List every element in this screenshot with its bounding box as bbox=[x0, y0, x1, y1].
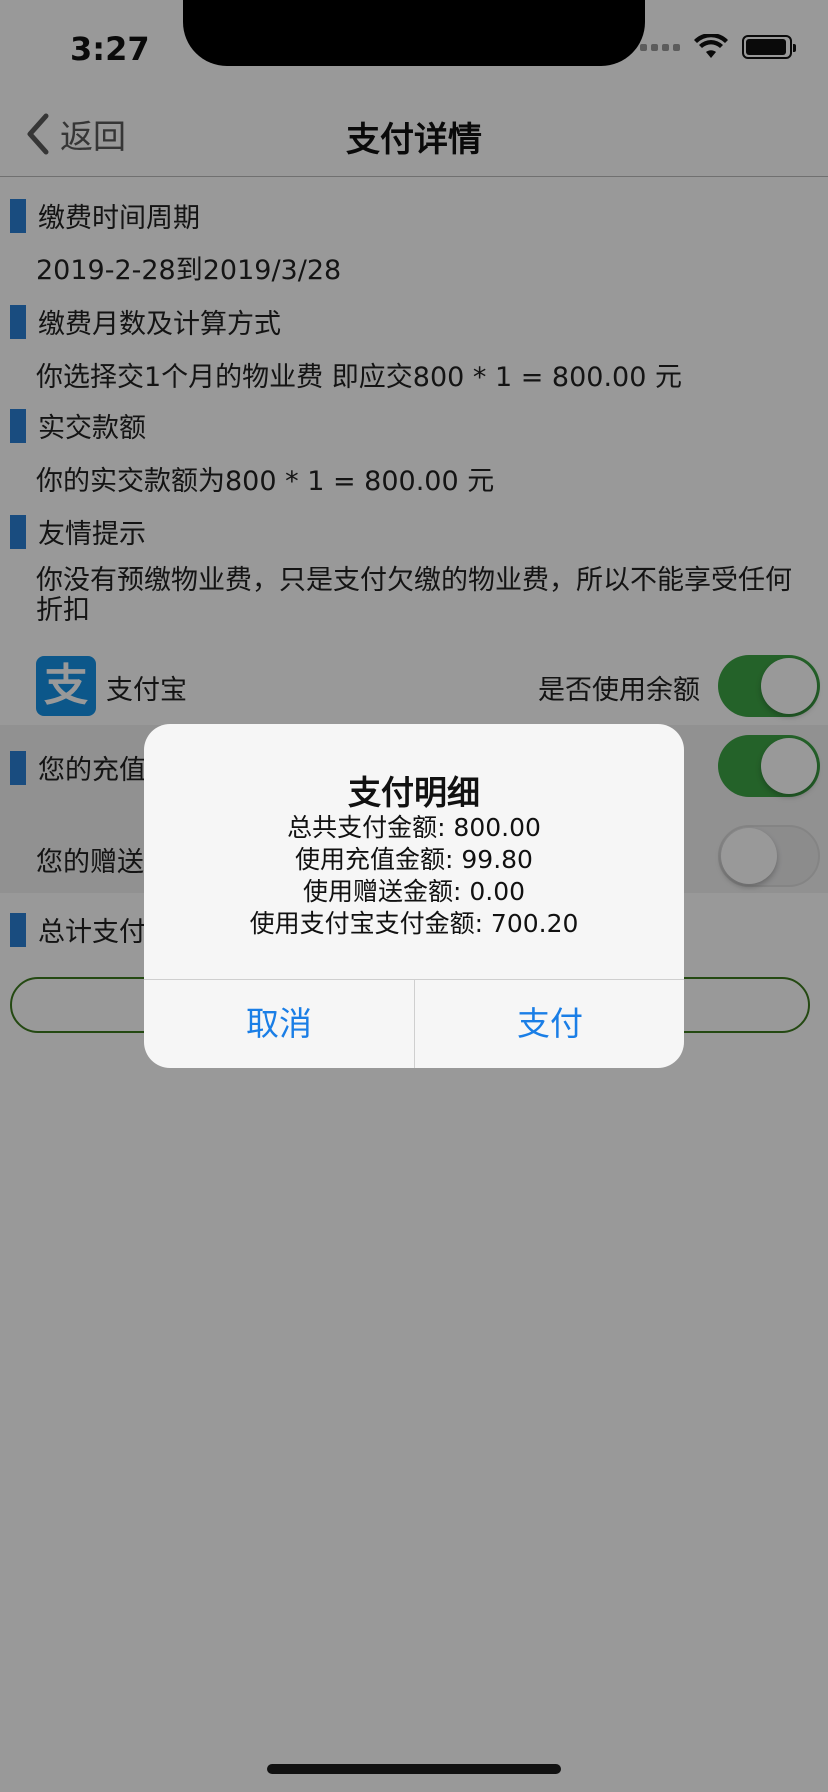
home-indicator[interactable] bbox=[267, 1764, 561, 1774]
payment-detail-alert: 支付明细 总共支付金额: 800.00 使用充值金额: 99.80 使用赠送金额… bbox=[144, 724, 684, 1068]
cancel-button[interactable]: 取消 bbox=[144, 980, 414, 1068]
alert-line-recharge: 使用充值金额: 99.80 bbox=[295, 845, 533, 874]
alert-line-total: 总共支付金额: 800.00 bbox=[287, 813, 541, 842]
alert-line-alipay: 使用支付宝支付金额: 700.20 bbox=[249, 909, 579, 938]
alert-message: 总共支付金额: 800.00 使用充值金额: 99.80 使用赠送金额: 0.0… bbox=[144, 812, 684, 940]
pay-button[interactable]: 支付 bbox=[415, 980, 684, 1068]
alert-line-gift: 使用赠送金额: 0.00 bbox=[302, 877, 526, 906]
alert-title: 支付明细 bbox=[348, 773, 480, 812]
